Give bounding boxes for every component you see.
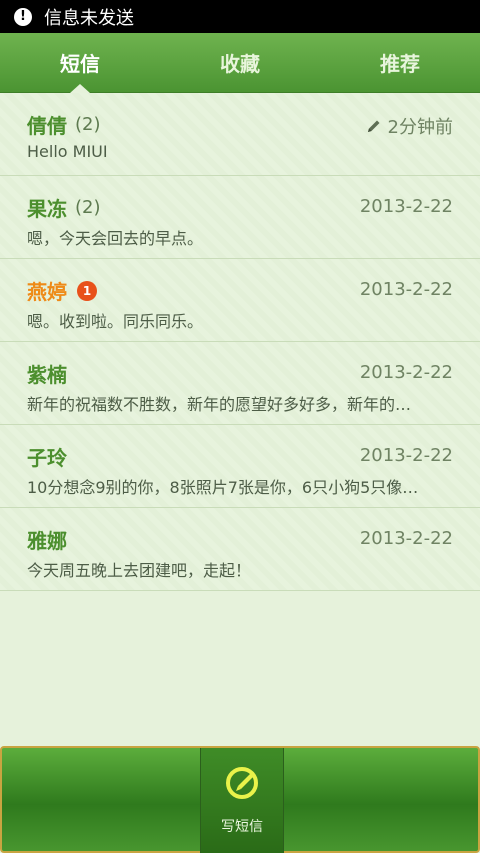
status-bar: ! 信息未发送 [0,0,480,33]
message-preview: 嗯，今天会回去的早点。 [27,229,204,248]
conversation-row[interactable]: 子玲 2013-2-22 10分想念9别的你，8张照片7张是你，6只小狗5只像… [0,425,480,508]
contact-name: 子玲 [27,446,67,470]
message-preview: 10分想念9别的你，8张照片7张是你，6只小狗5只像… [27,478,419,497]
message-preview: 嗯。收到啦。同乐同乐。 [27,312,204,331]
message-count: (2) [75,114,101,135]
contact-name: 倩倩 (2) [27,114,101,138]
status-notification: 信息未发送 [44,7,134,29]
pencil-icon [366,118,382,134]
conversation-time: 2013-2-22 [359,279,453,300]
contact-name: 紫楠 [27,363,67,387]
conversation-row[interactable]: 燕婷 1 2013-2-22 嗯。收到啦。同乐同乐。 [0,259,480,342]
conversation-row[interactable]: 紫楠 2013-2-22 新年的祝福数不胜数，新年的愿望好多好多，新年的… [0,342,480,425]
message-preview: 新年的祝福数不胜数，新年的愿望好多好多，新年的… [27,395,412,414]
bottom-action-bar: 写短信 [0,746,480,853]
compose-label: 写短信 [221,818,263,835]
alert-icon: ! [14,7,32,26]
conversation-row[interactable]: 果冻 (2) 2013-2-22 嗯，今天会回去的早点。 [0,176,480,259]
conversation-time: 2013-2-22 [359,445,453,466]
contact-name: 果冻 (2) [27,197,101,221]
tab-favorites[interactable]: 收藏 [160,33,320,92]
conversation-time: 2013-2-22 [359,196,453,217]
message-preview: Hello MIUI [27,142,108,161]
contact-name: 雅娜 [27,529,67,553]
message-preview: 今天周五晚上去团建吧，走起！ [27,561,252,580]
conversation-list: 倩倩 (2) 2分钟前 Hello MIUI 果冻 (2) 2013-2-22 … [0,93,480,591]
conversation-time: 2013-2-22 [359,362,453,383]
conversation-row[interactable]: 雅娜 2013-2-22 今天周五晚上去团建吧，走起！ [0,508,480,591]
message-count: (2) [75,197,101,218]
tab-recommend[interactable]: 推荐 [320,33,480,92]
contact-name: 燕婷 1 [27,276,97,305]
tab-sms[interactable]: 短信 [0,33,160,93]
compose-button[interactable]: 写短信 [200,748,284,853]
tab-bar: 短信 收藏 推荐 [0,33,480,93]
unread-badge: 1 [77,280,97,301]
conversation-time: 2分钟前 [366,113,453,139]
conversation-row[interactable]: 倩倩 (2) 2分钟前 Hello MIUI [0,93,480,176]
conversation-time: 2013-2-22 [359,528,453,549]
compose-icon [226,766,258,799]
